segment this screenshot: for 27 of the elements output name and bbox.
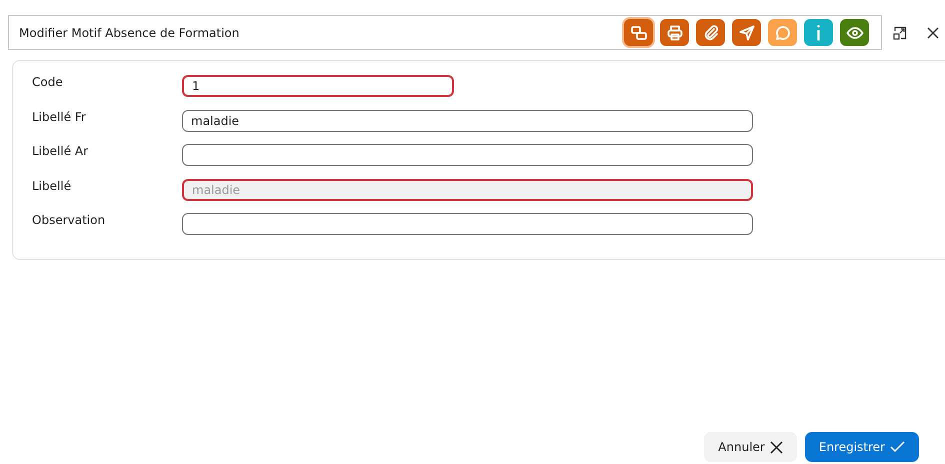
checkmark-icon [890,441,905,453]
toolbar-button[interactable] [840,19,869,46]
toolbar-button[interactable] [696,19,725,46]
toolbar-button[interactable] [804,19,833,46]
input-field[interactable] [182,144,753,166]
printer-icon [666,24,684,42]
paper-plane-icon [738,24,756,42]
close-icon [770,440,783,454]
cancel-button[interactable]: Annuler [704,432,797,462]
toolbar-button[interactable] [768,19,797,46]
toolbar-button[interactable] [624,19,653,46]
input-field[interactable] [182,213,753,235]
window-title: Modifier Motif Absence de Formation [19,26,240,40]
speech-bubble-icon [774,24,792,42]
field-label: Libellé [32,178,72,192]
input-field[interactable]: maladie [182,110,753,132]
toolbar-button[interactable] [732,19,761,46]
save-button[interactable]: Enregistrer [804,432,919,462]
field-label: Libellé Fr [32,108,87,124]
toolbar-button[interactable] [660,19,689,46]
input-field[interactable]: 1 [182,75,454,97]
field-label: Libellé Ar [32,143,90,158]
field-label: Observation [32,212,106,227]
field-label: Code [32,74,64,89]
info-icon [816,24,821,42]
maximize-icon[interactable] [892,24,908,40]
close-icon[interactable] [926,26,940,40]
